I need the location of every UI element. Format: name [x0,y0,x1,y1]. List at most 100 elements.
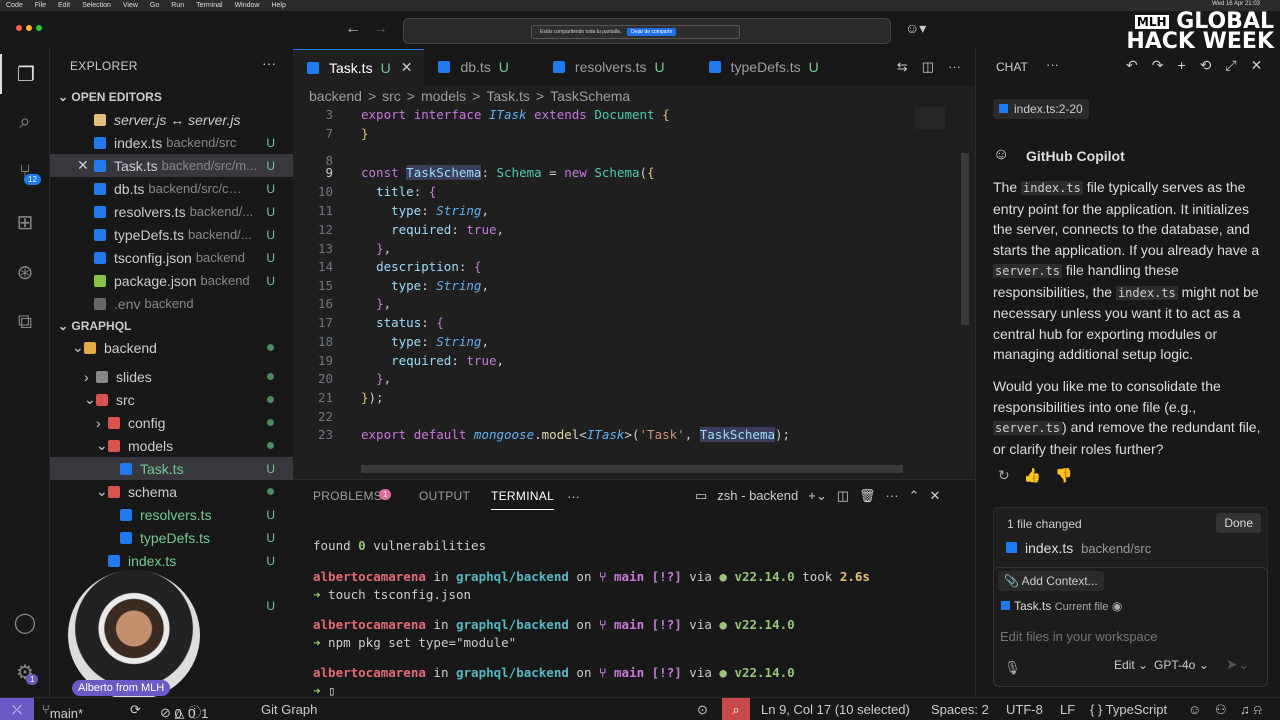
cursor-position[interactable]: Ln 9, Col 17 (10 selected) [761,702,910,717]
sync-icon[interactable]: ⟳ [130,702,141,718]
line-ending[interactable]: LF [1060,702,1075,717]
tree-item[interactable]: Task.ts U [50,457,293,480]
maximize-window-icon[interactable] [36,25,42,31]
tree-item[interactable]: resolvers.ts U [50,503,293,526]
tab-typedefs-ts[interactable]: typeDefs.ts U [695,49,849,85]
tree-item[interactable]: index.ts U [50,549,293,572]
tree-item[interactable]: › slides [50,365,293,388]
minimap[interactable] [915,107,945,129]
menu-item-view[interactable]: View [123,2,138,9]
source-control-icon[interactable]: ⑂ 12 [0,152,50,192]
indentation[interactable]: Spaces: 2 [931,702,989,717]
tree-item[interactable]: › config [50,411,293,434]
history-icon[interactable]: ⟲ [1200,57,1212,74]
open-editor-item[interactable]: db.ts backend/src/con... U [50,177,293,200]
settings-gear-icon[interactable]: ⚙ 1 [0,652,50,692]
extensions-icon[interactable]: ⊞ [0,202,50,242]
menu-item-edit[interactable]: Edit [58,2,70,9]
copilot-icon[interactable]: ☺▾ [905,20,926,37]
breadcrumb-item[interactable]: Task.ts [486,88,530,104]
horizontal-scrollbar[interactable] [361,465,903,473]
open-editor-item[interactable]: server.js ↔ server.js [50,108,293,131]
breadcrumb-item[interactable]: src [382,88,401,104]
toggle-diff-icon[interactable]: ⇆ [897,59,908,75]
undo-icon[interactable]: ↶ [1126,57,1138,74]
chat-more-icon[interactable]: ··· [1046,57,1059,72]
eye-icon[interactable]: ◉ [1112,599,1122,613]
add-context-button[interactable]: 📎 Add Context... [998,571,1104,591]
menu-item-selection[interactable]: Selection [82,2,111,9]
terminal-shell-name[interactable]: zsh - backend [717,488,798,504]
context-chip[interactable]: index.ts:2-20 [993,99,1089,119]
branch-indicator[interactable]: ⑂ main* [42,702,83,720]
git-graph-button[interactable]: Git Graph [261,702,317,717]
chat-maximize-icon[interactable]: ⤢ [1225,57,1236,74]
retry-icon[interactable]: ↻ [998,467,1010,484]
copilot-status-icon[interactable]: ☺ [1188,702,1201,717]
encoding[interactable]: UTF-8 [1006,702,1043,717]
kill-terminal-icon[interactable]: 🗑 [859,488,876,504]
window-controls[interactable] [16,25,42,31]
thumbs-down-icon[interactable]: 👎 [1055,467,1072,484]
tree-item[interactable]: ⌄ models [50,434,293,457]
maximize-panel-icon[interactable]: ⌃ [909,488,920,504]
open-editor-item[interactable]: tsconfig.json backend U [50,246,293,269]
back-arrow-icon[interactable]: ← [345,20,361,38]
git-graph-icon[interactable]: ⊛ [0,252,50,292]
menu-item-window[interactable]: Window [235,2,260,9]
mode-select[interactable]: Edit ⌄ [1114,658,1148,672]
vertical-scrollbar[interactable] [961,153,969,325]
tree-item[interactable]: ⌄ schema [50,480,293,503]
menu-item-help[interactable]: Help [271,2,285,9]
stop-sharing-button[interactable]: Dejar de compartir [627,28,677,36]
remote-indicator-icon[interactable]: ⤫ [0,698,34,720]
redo-icon[interactable]: ↷ [1152,57,1164,74]
panel-more-icon[interactable]: ··· [567,489,580,504]
zoom-icon[interactable]: ⌕ [722,698,750,720]
account-icon[interactable]: ◯ [0,602,50,642]
tab-resolvers-ts[interactable]: resolvers.ts U [539,49,695,85]
close-window-icon[interactable] [16,25,22,31]
problems-indicator[interactable]: ⊘ 0 △ 0 ⓘ 1 [160,702,208,720]
accounts-status-icon[interactable]: ⚇ [1215,702,1227,718]
remote-explorer-icon[interactable]: ⧉ [0,302,50,342]
new-chat-icon[interactable]: + [1177,57,1185,74]
panel-tab-output[interactable]: OUTPUT [419,489,470,503]
explorer-icon[interactable]: ❐ [0,54,50,94]
chat-input[interactable] [1000,626,1260,646]
terminal-more-icon[interactable]: ··· [886,488,899,504]
menu-item-run[interactable]: Run [171,2,184,9]
project-header[interactable]: ⌄ GRAPHQL [58,319,131,333]
split-terminal-icon[interactable]: ◫ [837,488,849,504]
tree-item[interactable]: typeDefs.ts U [50,526,293,549]
close-panel-icon[interactable]: ✕ [929,488,940,504]
open-editor-item[interactable]: resolvers.ts backend/... U [50,200,293,223]
close-editor-icon[interactable]: ✕ [77,157,89,174]
changed-file-row[interactable]: index.ts backend/src [1006,540,1151,556]
new-terminal-icon[interactable]: +⌄ [808,488,826,504]
thumbs-up-icon[interactable]: 👍 [1024,467,1041,484]
more-actions-icon[interactable]: ··· [262,55,276,71]
open-editor-item[interactable]: typeDefs.ts backend/... U [50,223,293,246]
panel-tab-terminal[interactable]: TERMINAL [491,489,555,510]
breadcrumb-item[interactable]: models [421,88,466,104]
current-file-chip[interactable]: Task.ts Current file ◉ [1001,599,1122,613]
tab-db-ts[interactable]: db.ts U [424,49,538,85]
notifications-icon[interactable]: ♫ ⍾ [1240,702,1262,718]
forward-arrow-icon[interactable]: → [372,20,388,38]
menu-item-code[interactable]: Code [6,2,23,9]
open-editor-item[interactable]: ✕ Task.ts backend/src/m... U [50,154,293,177]
panel-tab-problems[interactable]: PROBLEMS [313,489,382,503]
breadcrumb-item[interactable]: backend [309,88,362,104]
editor-more-icon[interactable]: ··· [948,59,961,75]
language-mode[interactable]: { } TypeScript [1090,702,1167,717]
location-icon[interactable]: ⊙ [697,702,708,718]
menu-item-go[interactable]: Go [150,2,159,9]
split-editor-icon[interactable]: ◫ [922,59,934,75]
model-select[interactable]: GPT-4o ⌄ [1154,658,1209,672]
open-editor-item[interactable]: .env backend [50,292,293,315]
tree-item[interactable]: ⌄ src [50,388,293,411]
minimize-window-icon[interactable] [26,25,32,31]
open-editor-item[interactable]: package.json backend U [50,269,293,292]
tree-item[interactable]: ⌄ backend [50,336,293,359]
